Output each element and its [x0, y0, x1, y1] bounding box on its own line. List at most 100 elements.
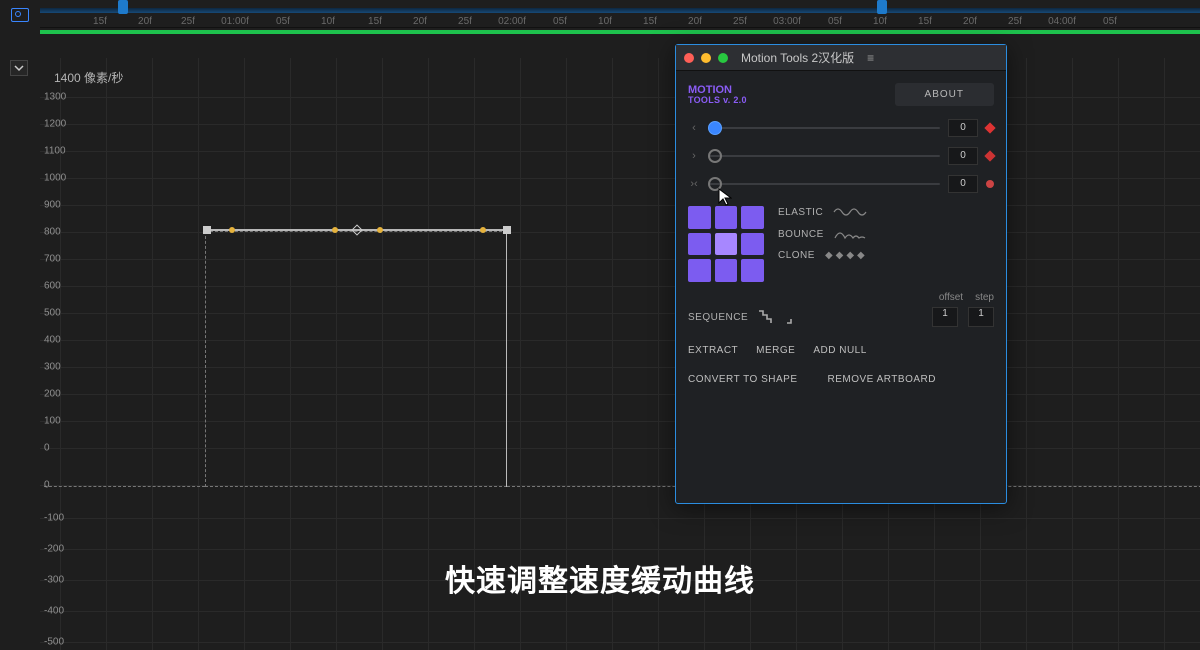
- anchor-cell-tl[interactable]: [688, 206, 711, 229]
- keyframe-start[interactable]: [203, 226, 211, 234]
- anchor-cell-bl[interactable]: [688, 259, 711, 282]
- y-axis-title: 1400 像素/秒: [54, 69, 123, 86]
- keyframe-marker-icon[interactable]: [986, 180, 994, 188]
- ruler-tick: 15f: [643, 16, 657, 27]
- preset-clone[interactable]: CLONE ◆◆◆◆: [778, 250, 994, 261]
- ruler-tick: 05f: [276, 16, 290, 27]
- ruler-tick: 10f: [598, 16, 612, 27]
- ease-out-value[interactable]: 0: [948, 147, 978, 165]
- anchor-cell-center[interactable]: [715, 233, 738, 256]
- add-null-button[interactable]: ADD NULL: [813, 345, 866, 356]
- chevrons-both-icon[interactable]: ›‹: [688, 178, 700, 190]
- ruler-tick: 25f: [1008, 16, 1022, 27]
- ruler-tick: 15f: [93, 16, 107, 27]
- y-tick-label: 1200: [44, 119, 66, 130]
- sequence-down-icon[interactable]: [758, 310, 776, 324]
- motion-tools-panel[interactable]: Motion Tools 2汉化版 ≡ MOTION TOOLS v. 2.0 …: [675, 44, 1007, 504]
- ruler-tick: 05f: [553, 16, 567, 27]
- anchor-cell-tr[interactable]: [741, 206, 764, 229]
- sequence-up-icon[interactable]: [786, 310, 804, 324]
- panel-menu-icon[interactable]: ≡: [867, 51, 874, 65]
- ease-both-slider-row: ›‹ 0: [688, 172, 994, 196]
- ruler-tick: 20f: [688, 16, 702, 27]
- ruler-tick: 10f: [321, 16, 335, 27]
- selection-outline-left: [44, 486, 205, 487]
- y-tick-label: -200: [44, 544, 64, 555]
- ruler-tick: 03:00f: [773, 16, 801, 27]
- ruler-tick: 02:00f: [498, 16, 526, 27]
- y-tick-label: 200: [44, 389, 61, 400]
- curve-tail: [506, 230, 507, 487]
- ruler-tick: 05f: [1103, 16, 1117, 27]
- maximize-icon[interactable]: [718, 53, 728, 63]
- anchor-cell-ml[interactable]: [688, 233, 711, 256]
- y-tick-label: 1300: [44, 92, 66, 103]
- layer-dropdown[interactable]: [10, 60, 28, 76]
- remove-artboard-button[interactable]: REMOVE ARTBOARD: [828, 374, 936, 385]
- offset-label: offset: [939, 292, 963, 303]
- ease-in-value[interactable]: 0: [948, 119, 978, 137]
- chevron-left-icon[interactable]: ‹: [688, 122, 700, 134]
- cti-end[interactable]: [877, 0, 887, 14]
- panel-title: Motion Tools 2汉化版: [741, 49, 854, 66]
- minimize-icon[interactable]: [701, 53, 711, 63]
- ruler-tick: 15f: [368, 16, 382, 27]
- close-icon[interactable]: [684, 53, 694, 63]
- y-tick-label: -500: [44, 637, 64, 648]
- bezier-handle[interactable]: [377, 227, 383, 233]
- anchor-point-grid[interactable]: [688, 206, 764, 282]
- bezier-handle[interactable]: [229, 227, 235, 233]
- work-area-bar[interactable]: [40, 30, 1200, 34]
- ruler-tick: 25f: [458, 16, 472, 27]
- cti-start[interactable]: [118, 0, 128, 14]
- y-tick-label: 100: [44, 416, 61, 427]
- y-tick-label: 600: [44, 281, 61, 292]
- keyframe-marker-icon[interactable]: [984, 122, 995, 133]
- ruler-tick: 20f: [138, 16, 152, 27]
- y-tick-label: 0: [44, 480, 50, 491]
- sequence-label: SEQUENCE: [688, 312, 748, 323]
- ruler-tick: 25f: [733, 16, 747, 27]
- keyframe-end[interactable]: [503, 226, 511, 234]
- ease-in-slider-row: ‹ 0: [688, 116, 994, 140]
- step-input[interactable]: 1: [968, 307, 994, 327]
- merge-button[interactable]: MERGE: [756, 345, 795, 356]
- ease-both-slider[interactable]: [708, 183, 940, 185]
- step-label: step: [975, 292, 994, 303]
- extract-button[interactable]: EXTRACT: [688, 345, 738, 356]
- y-tick-label: 1000: [44, 173, 66, 184]
- panel-titlebar[interactable]: Motion Tools 2汉化版 ≡: [676, 45, 1006, 71]
- ruler-tick: 10f: [873, 16, 887, 27]
- brand-label: MOTION TOOLS v. 2.0: [688, 84, 747, 106]
- tab-about[interactable]: ABOUT: [895, 83, 994, 106]
- ease-both-value[interactable]: 0: [948, 175, 978, 193]
- y-tick-label: -300: [44, 575, 64, 586]
- chevron-right-icon[interactable]: ›: [688, 150, 700, 162]
- ruler-tick: 15f: [918, 16, 932, 27]
- bezier-handle[interactable]: [480, 227, 486, 233]
- overlay-caption: 快速调整速度缓动曲线: [445, 556, 755, 600]
- ruler-tick: 20f: [413, 16, 427, 27]
- y-tick-label: 700: [44, 254, 61, 265]
- timeline-ruler[interactable]: 15f 20f 25f 01:00f 05f 10f 15f 20f 25f 02:00f 05f 1…: [40, 0, 1200, 28]
- anchor-cell-br[interactable]: [741, 259, 764, 282]
- keyframe-marker-icon[interactable]: [984, 150, 995, 161]
- convert-to-shape-button[interactable]: CONVERT TO SHAPE: [688, 374, 798, 385]
- anchor-cell-mr[interactable]: [741, 233, 764, 256]
- ruler-tick: 01:00f: [221, 16, 249, 27]
- selection-outline: [205, 231, 507, 487]
- ease-out-slider-row: › 0: [688, 144, 994, 168]
- ruler-tick: 05f: [828, 16, 842, 27]
- anchor-cell-tc[interactable]: [715, 206, 738, 229]
- graph-editor-icon[interactable]: [0, 0, 40, 30]
- y-tick-label: -100: [44, 513, 64, 524]
- offset-input[interactable]: 1: [932, 307, 958, 327]
- anchor-cell-bc[interactable]: [715, 259, 738, 282]
- ruler-tick: 25f: [181, 16, 195, 27]
- y-tick-label: -400: [44, 606, 64, 617]
- bezier-handle[interactable]: [332, 227, 338, 233]
- preset-bounce[interactable]: BOUNCE: [778, 228, 994, 240]
- ease-in-slider[interactable]: [708, 127, 940, 129]
- ease-out-slider[interactable]: [708, 155, 940, 157]
- preset-elastic[interactable]: ELASTIC: [778, 206, 994, 218]
